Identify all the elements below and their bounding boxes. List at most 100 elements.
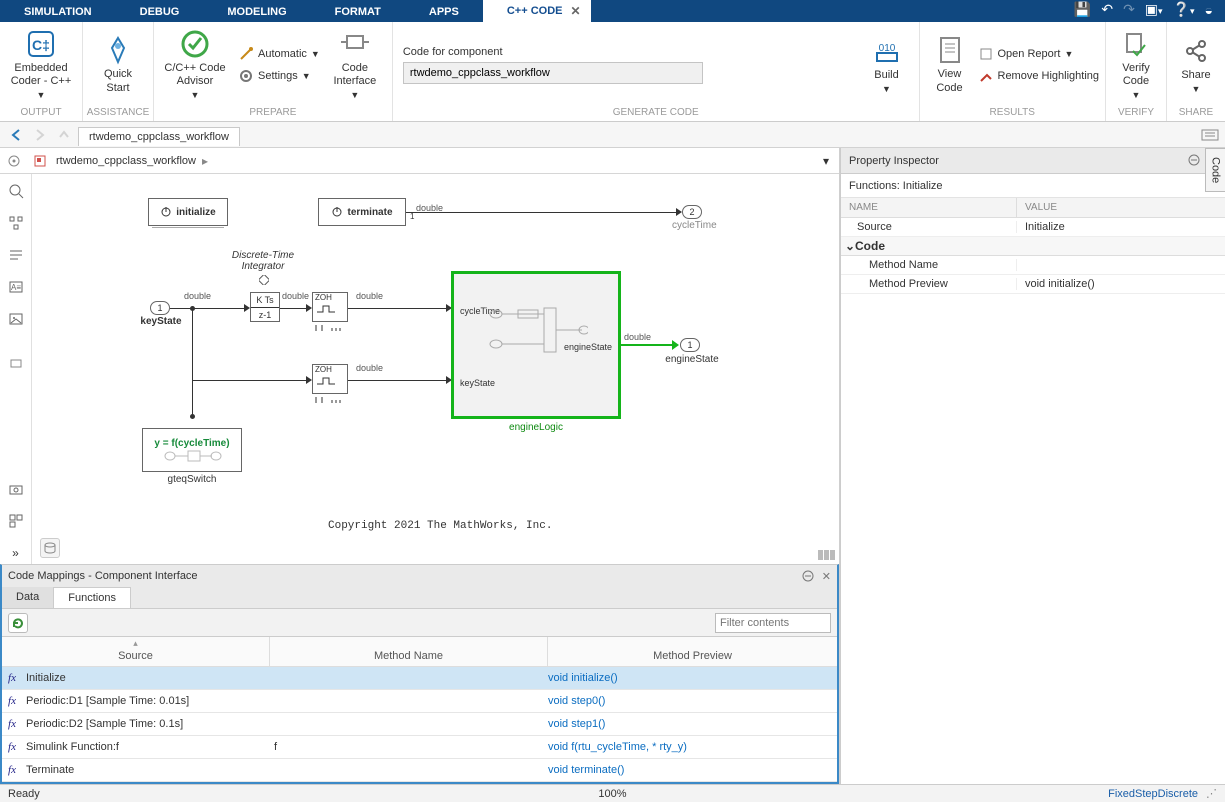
settings-label: Settings (258, 70, 298, 82)
nav-back-button[interactable] (6, 125, 26, 145)
col-source[interactable]: Source (118, 650, 153, 662)
col-method-preview[interactable]: Method Preview (548, 637, 837, 666)
power-icon (160, 206, 172, 218)
embedded-coder-button[interactable]: C‡ Embedded Coder - C++ ▼ (6, 26, 76, 103)
model-tab[interactable]: rtwdemo_cppclass_workflow (78, 127, 240, 146)
col-method-name[interactable]: Method Name (270, 637, 548, 666)
expand-icon[interactable]: ▾ (823, 154, 829, 168)
row-method-name[interactable]: f (270, 741, 548, 753)
code-component-input[interactable] (403, 62, 703, 84)
settings-button[interactable]: Settings ▼ (238, 68, 320, 84)
verify-code-button[interactable]: Verify Code ▼ (1112, 26, 1160, 103)
help-icon[interactable]: ❔▾ (1173, 1, 1195, 18)
table-row[interactable]: fx Terminate void terminate() (2, 759, 837, 782)
rect-icon[interactable] (5, 352, 27, 374)
pi-section-code[interactable]: ⌄Code (841, 237, 1225, 256)
enginelogic-block[interactable]: cycleTime keyState engineState (452, 272, 620, 418)
pi-source-label: Source (841, 221, 1017, 233)
automatic-button[interactable]: Automatic ▼ (238, 46, 320, 62)
integrator-block[interactable]: K Ts z-1 (250, 292, 280, 322)
pi-preview-label: Method Preview (841, 278, 1017, 290)
code-interface-button[interactable]: Code Interface ▼ (324, 26, 386, 103)
zoh2-block[interactable]: ZOH (312, 364, 348, 394)
code-advisor-label: C/C++ Code Advisor (164, 62, 225, 88)
row-method-preview[interactable]: void step0() (548, 695, 837, 707)
table-row[interactable]: fx Simulink Function:f f void f(rtu_cycl… (2, 736, 837, 759)
remove-highlighting-button[interactable]: Remove Highlighting (978, 68, 1100, 84)
undo-icon[interactable]: ↶ (1101, 1, 1113, 18)
resize-handle-icon[interactable]: ⋰ (1206, 787, 1217, 800)
command-icon[interactable]: ▣▾ (1145, 1, 1163, 18)
property-inspector: Property Inspector ✕ Functions: Initiali… (840, 148, 1225, 784)
close-icon[interactable]: ✕ (570, 4, 580, 18)
show-hide-panel-button[interactable] (40, 538, 60, 558)
pi-row-method-name[interactable]: Method Name (841, 256, 1225, 275)
close-icon[interactable]: ✕ (822, 570, 831, 583)
code-mappings-tabs: Data Functions (2, 587, 837, 609)
maximize-icon[interactable] (802, 570, 814, 583)
table-row[interactable]: fx Initialize void initialize() (2, 667, 837, 690)
breadcrumb[interactable]: rtwdemo_cppclass_workflow (56, 155, 196, 167)
row-method-preview[interactable]: void f(rtu_cycleTime, * rty_y) (548, 741, 837, 753)
image-icon[interactable] (5, 308, 27, 330)
highlight-remove-icon (978, 68, 994, 84)
tab-data[interactable]: Data (2, 587, 53, 608)
tree-icon[interactable] (5, 212, 27, 234)
model-canvas[interactable]: initialize terminate 1 double 2 cycleTim… (32, 174, 839, 564)
status-solver[interactable]: FixedStepDiscrete (1108, 788, 1198, 800)
camera-icon[interactable] (5, 478, 27, 500)
terminate-block[interactable]: terminate (318, 198, 406, 226)
maximize-icon[interactable] (1188, 154, 1200, 167)
code-advisor-button[interactable]: C/C++ Code Advisor ▼ (160, 26, 230, 103)
initialize-block[interactable]: initialize (148, 198, 228, 226)
keyboard-icon[interactable] (1201, 129, 1219, 141)
row-method-preview[interactable]: void terminate() (548, 764, 837, 776)
refresh-button[interactable] (8, 613, 28, 633)
row-method-preview[interactable]: void step1() (548, 718, 837, 730)
tab-format[interactable]: FORMAT (311, 2, 405, 22)
open-report-button[interactable]: Open Report ▼ (978, 46, 1100, 62)
nav-forward-button[interactable] (30, 125, 50, 145)
zoom-slider[interactable] (818, 550, 835, 560)
build-button[interactable]: 010 Build ▼ (861, 33, 913, 97)
inport-keystate[interactable]: 1 (150, 301, 170, 315)
tab-modeling[interactable]: MODELING (203, 2, 310, 22)
integrator-num: K Ts (251, 293, 279, 308)
table-row[interactable]: fx Periodic:D1 [Sample Time: 0.01s] void… (2, 690, 837, 713)
view-code-button[interactable]: View Code (926, 32, 974, 96)
filter-input[interactable] (715, 613, 831, 633)
tab-cpp-code[interactable]: C++ CODE ✕ (483, 0, 591, 22)
zoom-fit-icon[interactable] (5, 180, 27, 202)
integrator-den: z-1 (251, 308, 279, 322)
svg-text:C‡: C‡ (32, 37, 50, 53)
document-icon (934, 34, 966, 66)
save-icon[interactable]: 💾 (1074, 1, 1091, 18)
tab-debug[interactable]: DEBUG (116, 2, 204, 22)
inport-keystate-label: keyState (136, 316, 186, 327)
share-button[interactable]: Share ▼ (1173, 33, 1219, 97)
check-circle-icon (179, 28, 211, 60)
redo-icon[interactable]: ↷ (1123, 1, 1135, 18)
zoh1-block[interactable]: ZOH (312, 292, 348, 322)
sim-function-block[interactable]: y = f(cycleTime) (142, 428, 242, 472)
code-side-tab[interactable]: Code (1205, 148, 1225, 192)
annotation-icon[interactable]: A≡ (5, 276, 27, 298)
tab-functions[interactable]: Functions (53, 587, 131, 608)
chevron-right-icon[interactable]: » (5, 542, 27, 564)
library-icon[interactable] (5, 510, 27, 532)
row-method-preview[interactable]: void initialize() (548, 672, 837, 684)
code-mappings-toolbar (2, 609, 837, 637)
fx-icon: fx (2, 764, 22, 776)
outport-enginestate[interactable]: 1 (680, 338, 700, 352)
justify-icon[interactable] (5, 244, 27, 266)
tab-simulation[interactable]: SIMULATION (0, 2, 116, 22)
table-row[interactable]: fx Periodic:D2 [Sample Time: 0.1s] void … (2, 713, 837, 736)
tab-apps[interactable]: APPS (405, 2, 483, 22)
outport-cycletime[interactable]: 2 (682, 205, 702, 219)
target-icon[interactable] (4, 151, 24, 171)
nav-up-button[interactable] (54, 125, 74, 145)
quick-start-button[interactable]: Quick Start (89, 32, 147, 96)
chevron-right-icon[interactable]: ▸ (202, 154, 208, 168)
window-icon[interactable]: ◒ (1205, 2, 1213, 18)
status-zoom[interactable]: 100% (598, 788, 626, 800)
